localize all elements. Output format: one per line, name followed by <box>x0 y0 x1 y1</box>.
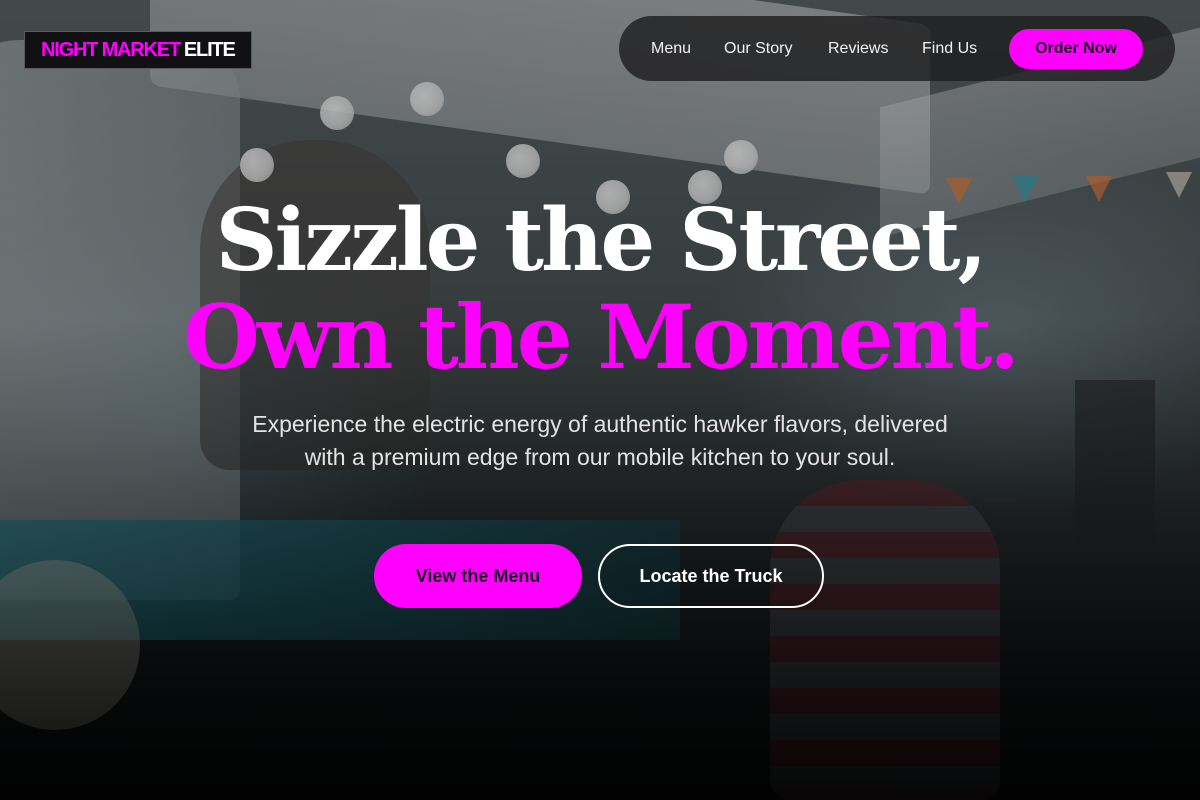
hero-headline-line1: Sizzle the Street, <box>215 190 988 291</box>
brand-logo-accent: NIGHT MARKET <box>41 38 181 61</box>
view-menu-button[interactable]: View the Menu <box>374 544 582 608</box>
order-now-button[interactable]: Order Now <box>1009 29 1143 69</box>
dark-overlay <box>0 0 1200 800</box>
nav-link-our-story[interactable]: Our Story <box>724 16 792 81</box>
hero-headline-line2: Own the Moment. <box>183 285 1020 389</box>
nav-link-find-us[interactable]: Find Us <box>922 16 977 81</box>
hero-background-image <box>0 0 1200 800</box>
brand-logo-text: ELITE <box>183 38 236 61</box>
nav-link-menu[interactable]: Menu <box>651 16 691 81</box>
hero-subcopy: Experience the electric energy of authen… <box>252 411 948 470</box>
brand-logo[interactable]: NIGHT MARKET ELITE <box>24 31 252 69</box>
nav-link-reviews[interactable]: Reviews <box>828 16 888 81</box>
locate-truck-button[interactable]: Locate the Truck <box>598 544 824 608</box>
main-nav: Menu Our Story Reviews Find Us Order Now <box>619 16 1175 81</box>
